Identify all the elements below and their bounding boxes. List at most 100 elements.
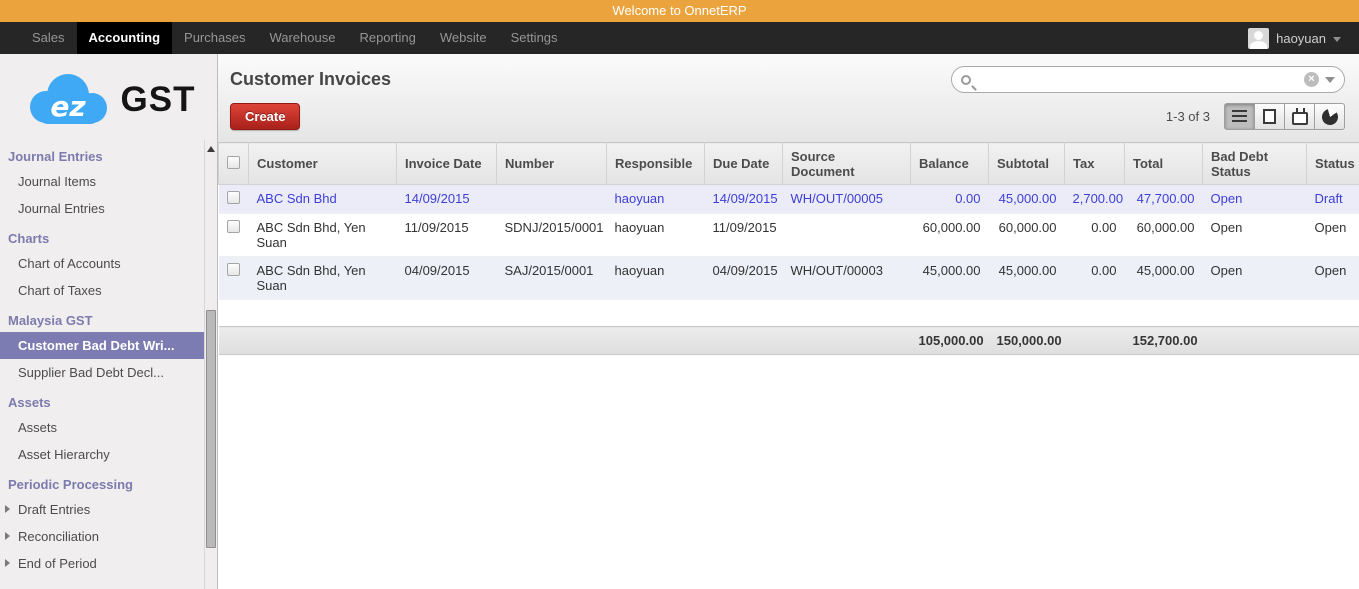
row-checkbox-cell [219,185,249,214]
main-content: Customer Invoices × Create 1-3 of 3 [218,54,1359,589]
col-total[interactable]: Total [1125,143,1203,185]
logo-ez-text: ez [50,90,86,123]
cell-subtotal[interactable]: 45,000.00 [989,185,1065,214]
cell-status[interactable]: Draft [1307,185,1359,214]
cell-subtotal[interactable]: 45,000.00 [989,257,1065,300]
cell-tax[interactable]: 0.00 [1065,214,1125,257]
sidebar-nav: Journal Entries Journal Items Journal En… [0,140,217,577]
menu-item-purchases[interactable]: Purchases [172,22,257,54]
user-menu[interactable]: haoyuan [1248,22,1341,54]
cell-bad-debt-status[interactable]: Open [1203,185,1307,214]
cell-invoice-date[interactable]: 14/09/2015 [397,185,497,214]
cell-customer[interactable]: ABC Sdn Bhd [249,185,397,214]
view-switcher [1224,103,1345,130]
cell-balance[interactable]: 45,000.00 [911,257,989,300]
logo-gst-text: GST [121,80,196,120]
graph-view-button[interactable] [1314,103,1345,130]
cell-number[interactable]: SAJ/2015/0001 [497,257,607,300]
spacer-row [219,300,1359,327]
search-input[interactable] [977,72,1298,87]
col-customer[interactable]: Customer [249,143,397,185]
cell-due-date[interactable]: 14/09/2015 [705,185,783,214]
username: haoyuan [1276,31,1326,46]
cell-status[interactable]: Open [1307,214,1359,257]
sidebar-item-reconciliation[interactable]: Reconciliation [0,523,217,550]
cell-responsible[interactable]: haoyuan [607,257,705,300]
menu-item-settings[interactable]: Settings [499,22,570,54]
sidebar-item-journal-items[interactable]: Journal Items [0,168,217,195]
invoice-list: Customer Invoice Date Number Responsible… [218,142,1359,355]
col-status[interactable]: Status [1307,143,1359,185]
sidebar-scrollbar[interactable] [204,140,217,589]
sidebar: ez GST Journal Entries Journal Items Jou… [0,54,218,589]
graph-view-icon [1320,107,1340,127]
sidebar-section-periodic-processing: Periodic Processing [0,468,217,496]
page-title: Customer Invoices [230,69,391,90]
cell-balance[interactable]: 0.00 [911,185,989,214]
cell-number[interactable]: SDNJ/2015/0001 [497,214,607,257]
search-dropdown-icon[interactable] [1325,77,1335,83]
row-checkbox[interactable] [227,263,240,276]
col-number[interactable]: Number [497,143,607,185]
create-button[interactable]: Create [230,103,300,130]
menu-item-accounting[interactable]: Accounting [77,22,173,54]
col-tax[interactable]: Tax [1065,143,1125,185]
cell-source-document[interactable] [783,214,911,257]
cell-status[interactable]: Open [1307,257,1359,300]
cell-due-date[interactable]: 04/09/2015 [705,257,783,300]
invoice-row[interactable]: ABC Sdn Bhd, Yen Suan 04/09/2015 SAJ/201… [219,257,1359,300]
sidebar-item-chart-of-accounts[interactable]: Chart of Accounts [0,250,217,277]
sidebar-item-asset-hierarchy[interactable]: Asset Hierarchy [0,441,217,468]
cell-total[interactable]: 47,700.00 [1125,185,1203,214]
invoice-row[interactable]: ABC Sdn Bhd, Yen Suan 11/09/2015 SDNJ/20… [219,214,1359,257]
cell-balance[interactable]: 60,000.00 [911,214,989,257]
search-clear-icon[interactable]: × [1304,72,1319,87]
cell-invoice-date[interactable]: 04/09/2015 [397,257,497,300]
cell-customer[interactable]: ABC Sdn Bhd, Yen Suan [249,257,397,300]
scrollbar-thumb[interactable] [206,310,216,548]
app-logo: ez GST [0,54,217,140]
cell-total[interactable]: 60,000.00 [1125,214,1203,257]
cell-number[interactable] [497,185,607,214]
col-invoice-date[interactable]: Invoice Date [397,143,497,185]
cell-tax[interactable]: 2,700.00 [1065,185,1125,214]
cell-subtotal[interactable]: 60,000.00 [989,214,1065,257]
cell-bad-debt-status[interactable]: Open [1203,214,1307,257]
col-responsible[interactable]: Responsible [607,143,705,185]
search-box: × [951,66,1345,93]
menu-item-website[interactable]: Website [428,22,499,54]
cell-responsible[interactable]: haoyuan [607,185,705,214]
sidebar-item-supplier-bad-debt[interactable]: Supplier Bad Debt Decl... [0,359,217,386]
row-checkbox[interactable] [227,191,240,204]
cell-source-document[interactable]: WH/OUT/00005 [783,185,911,214]
cell-responsible[interactable]: haoyuan [607,214,705,257]
invoice-row[interactable]: ABC Sdn Bhd 14/09/2015 haoyuan 14/09/201… [219,185,1359,214]
cell-source-document[interactable]: WH/OUT/00003 [783,257,911,300]
sidebar-item-draft-entries[interactable]: Draft Entries [0,496,217,523]
col-bad-debt-status[interactable]: Bad Debt Status [1203,143,1307,185]
sidebar-item-customer-bad-debt[interactable]: Customer Bad Debt Wri... [0,332,217,359]
row-checkbox[interactable] [227,220,240,233]
list-view-button[interactable] [1224,103,1255,130]
select-all-checkbox[interactable] [227,156,240,169]
menu-item-reporting[interactable]: Reporting [347,22,427,54]
col-source-document[interactable]: Source Document [783,143,911,185]
sidebar-item-journal-entries[interactable]: Journal Entries [0,195,217,222]
cell-customer[interactable]: ABC Sdn Bhd, Yen Suan [249,214,397,257]
form-view-button[interactable] [1254,103,1285,130]
col-balance[interactable]: Balance [911,143,989,185]
sidebar-item-assets[interactable]: Assets [0,414,217,441]
cell-total[interactable]: 45,000.00 [1125,257,1203,300]
col-due-date[interactable]: Due Date [705,143,783,185]
sidebar-item-chart-of-taxes[interactable]: Chart of Taxes [0,277,217,304]
cell-bad-debt-status[interactable]: Open [1203,257,1307,300]
sidebar-item-end-of-period[interactable]: End of Period [0,550,217,577]
menu-item-sales[interactable]: Sales [20,22,77,54]
cell-invoice-date[interactable]: 11/09/2015 [397,214,497,257]
cell-due-date[interactable]: 11/09/2015 [705,214,783,257]
scroll-up-icon[interactable] [207,146,215,152]
calendar-view-button[interactable] [1284,103,1315,130]
col-subtotal[interactable]: Subtotal [989,143,1065,185]
cell-tax[interactable]: 0.00 [1065,257,1125,300]
menu-item-warehouse[interactable]: Warehouse [257,22,347,54]
